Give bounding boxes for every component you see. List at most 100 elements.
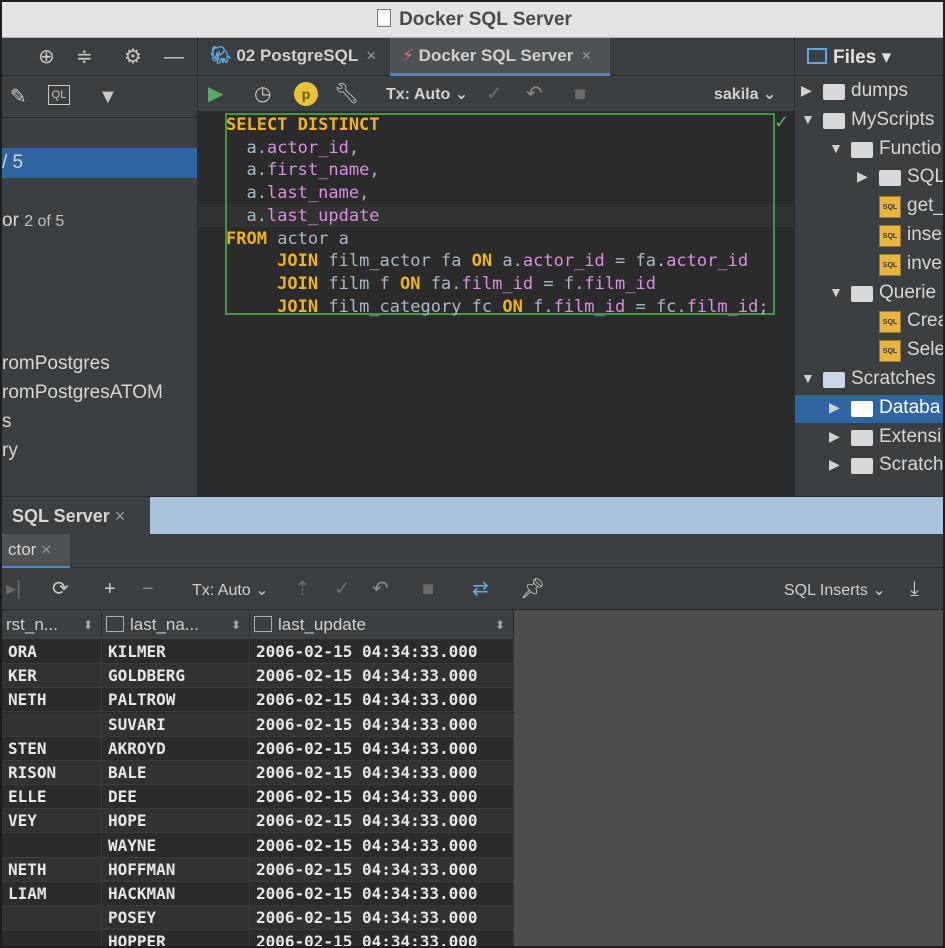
- chevron-right-icon[interactable]: ▶: [801, 82, 812, 99]
- table-cell[interactable]: HOPPER: [102, 930, 250, 946]
- pin-icon[interactable]: 📌︎: [520, 577, 545, 601]
- close-tab-icon[interactable]: ×: [115, 506, 126, 526]
- tree-item-ry[interactable]: ry: [2, 440, 18, 462]
- stop-icon[interactable]: ■: [422, 577, 434, 601]
- table-cell[interactable]: 2006-02-15 04:34:33.000: [250, 882, 514, 906]
- tree-item-s[interactable]: s: [2, 411, 12, 433]
- table-row[interactable]: ORA KILMER 2006-02-15 04:34:33.000: [2, 640, 514, 664]
- table-cell[interactable]: [2, 712, 102, 737]
- table-row[interactable]: POSEY 2006-02-15 04:34:33.000: [2, 906, 514, 931]
- refresh-icon[interactable]: ⟳: [52, 577, 69, 601]
- table-cell[interactable]: POSEY: [102, 906, 250, 931]
- chevron-down-icon[interactable]: ▼: [801, 111, 815, 127]
- table-cell[interactable]: NETH: [2, 857, 102, 882]
- sql-console-icon[interactable]: QL: [48, 85, 70, 105]
- table-cell[interactable]: KER: [2, 664, 102, 689]
- table-cell[interactable]: HOFFMAN: [102, 857, 250, 882]
- table-cell[interactable]: NETH: [2, 688, 102, 713]
- files-tree-item[interactable]: ▶ dumps: [795, 78, 943, 106]
- sort-icon[interactable]: ⬍: [495, 610, 505, 640]
- table-row[interactable]: LIAM HACKMAN 2006-02-15 04:34:33.000: [2, 882, 514, 906]
- column-header-first-name[interactable]: rst_n... ⬍: [2, 610, 102, 640]
- table-row[interactable]: NETH PALTROW 2006-02-15 04:34:33.000: [2, 688, 514, 713]
- table-row[interactable]: STEN AKROYD 2006-02-15 04:34:33.000: [2, 736, 514, 761]
- schema-dropdown[interactable]: sakila ⌄: [714, 84, 776, 104]
- commit-icon[interactable]: ✓: [334, 577, 351, 601]
- table-cell[interactable]: 2006-02-15 04:34:33.000: [250, 809, 514, 834]
- table-cell[interactable]: 2006-02-15 04:34:33.000: [250, 761, 514, 785]
- table-cell[interactable]: ORA: [2, 640, 102, 664]
- chevron-down-icon[interactable]: ▼: [829, 140, 843, 156]
- table-cell[interactable]: WAYNE: [102, 833, 250, 858]
- close-tab-icon[interactable]: ×: [581, 46, 591, 65]
- table-cell[interactable]: 2006-02-15 04:34:33.000: [250, 688, 514, 713]
- table-cell[interactable]: AKROYD: [102, 736, 250, 761]
- code-line[interactable]: a.actor_id,: [226, 137, 769, 160]
- table-row[interactable]: VEY HOPE 2006-02-15 04:34:33.000: [2, 809, 514, 834]
- code-line[interactable]: JOIN film_category fc ON f.film_id = fc.…: [226, 296, 768, 319]
- table-cell[interactable]: PALTROW: [102, 688, 250, 713]
- wrench-icon[interactable]: 🔧︎: [334, 82, 359, 106]
- code-line[interactable]: a.first_name,: [226, 159, 769, 182]
- table-cell[interactable]: STEN: [2, 736, 102, 761]
- table-cell[interactable]: HACKMAN: [102, 882, 250, 906]
- tab-actor-result[interactable]: ctor ×: [2, 534, 70, 568]
- table-cell[interactable]: [2, 906, 102, 931]
- table-cell[interactable]: 2006-02-15 04:34:33.000: [250, 833, 514, 858]
- selected-tree-row[interactable]: [2, 148, 197, 178]
- crosshair-icon[interactable]: ⊕: [38, 45, 55, 69]
- table-cell[interactable]: RISON: [2, 761, 102, 785]
- sql-code[interactable]: SELECT DISTINCT a.actor_id, a.first_name…: [226, 114, 769, 318]
- tab-sql-server-session[interactable]: SQL Server ×: [2, 497, 150, 535]
- files-header[interactable]: Files ▾: [795, 38, 943, 76]
- table-row[interactable]: RISON BALE 2006-02-15 04:34:33.000: [2, 761, 514, 785]
- tree-item-frompostgresatom[interactable]: romPostgresATOM: [2, 382, 163, 404]
- code-line[interactable]: a.last_name,: [226, 182, 769, 205]
- collapse-icon[interactable]: ≑: [76, 45, 93, 69]
- compare-icon[interactable]: ⇄: [472, 577, 489, 601]
- table-cell[interactable]: 2006-02-15 04:34:33.000: [250, 664, 514, 689]
- chevron-right-icon[interactable]: ▶: [829, 399, 840, 416]
- files-tree-item[interactable]: ▼ Querie: [795, 280, 943, 308]
- sort-icon[interactable]: ⬍: [83, 610, 93, 640]
- files-tree-item[interactable]: SQL get_: [795, 193, 943, 221]
- rollback-icon[interactable]: ↶: [526, 82, 543, 106]
- tree-item-schema-count[interactable]: / 5: [2, 152, 23, 174]
- table-cell[interactable]: 2006-02-15 04:34:33.000: [250, 906, 514, 931]
- table-cell[interactable]: BALE: [102, 761, 250, 785]
- chevron-right-icon[interactable]: ▶: [829, 456, 840, 473]
- files-tree-item[interactable]: ▼ Functio: [795, 136, 943, 164]
- files-tree-item[interactable]: SQL inve: [795, 251, 943, 279]
- code-line[interactable]: JOIN film_actor fa ON a.actor_id = fa.ac…: [226, 250, 769, 273]
- sql-editor[interactable]: ✓ SELECT DISTINCT a.actor_id, a.first_na…: [198, 112, 794, 496]
- chevron-right-icon[interactable]: ▶: [829, 428, 840, 445]
- table-cell[interactable]: ELLE: [2, 785, 102, 810]
- table-cell[interactable]: SUVARI: [102, 712, 250, 737]
- files-tree-item[interactable]: ▼ MyScripts: [795, 107, 943, 135]
- close-tab-icon[interactable]: ×: [41, 540, 51, 559]
- files-tree-item[interactable]: SQL inse: [795, 222, 943, 250]
- table-row[interactable]: NETH HOFFMAN 2006-02-15 04:34:33.000: [2, 857, 514, 882]
- tree-item-frompostgres[interactable]: romPostgres: [2, 353, 110, 375]
- table-cell[interactable]: KILMER: [102, 640, 250, 664]
- minimize-icon[interactable]: —: [164, 45, 184, 69]
- table-row[interactable]: KER GOLDBERG 2006-02-15 04:34:33.000: [2, 664, 514, 689]
- table-cell[interactable]: GOLDBERG: [102, 664, 250, 689]
- table-cell[interactable]: VEY: [2, 809, 102, 834]
- code-line[interactable]: FROM actor a: [226, 228, 769, 251]
- rollback-icon[interactable]: ↶: [372, 577, 389, 601]
- export-format-dropdown[interactable]: SQL Inserts ⌄: [784, 580, 886, 600]
- table-cell[interactable]: 2006-02-15 04:34:33.000: [250, 712, 514, 737]
- table-cell[interactable]: 2006-02-15 04:34:33.000: [250, 857, 514, 882]
- table-cell[interactable]: DEE: [102, 785, 250, 810]
- history-icon[interactable]: ◷: [254, 82, 271, 106]
- files-tree-item[interactable]: ▶ Databa: [795, 394, 943, 423]
- tree-item-actor[interactable]: or 2 of 5: [2, 210, 64, 232]
- tab-docker-sql-server[interactable]: ⚡︎ Docker SQL Server ×: [390, 38, 610, 76]
- table-cell[interactable]: [2, 930, 102, 946]
- chevron-down-icon[interactable]: ▼: [801, 370, 815, 386]
- gear-icon[interactable]: ⚙: [124, 45, 142, 69]
- files-tree-item[interactable]: SQL Sele: [795, 337, 943, 365]
- last-page-icon[interactable]: ▸|: [6, 577, 21, 601]
- chevron-right-icon[interactable]: ▶: [857, 168, 868, 185]
